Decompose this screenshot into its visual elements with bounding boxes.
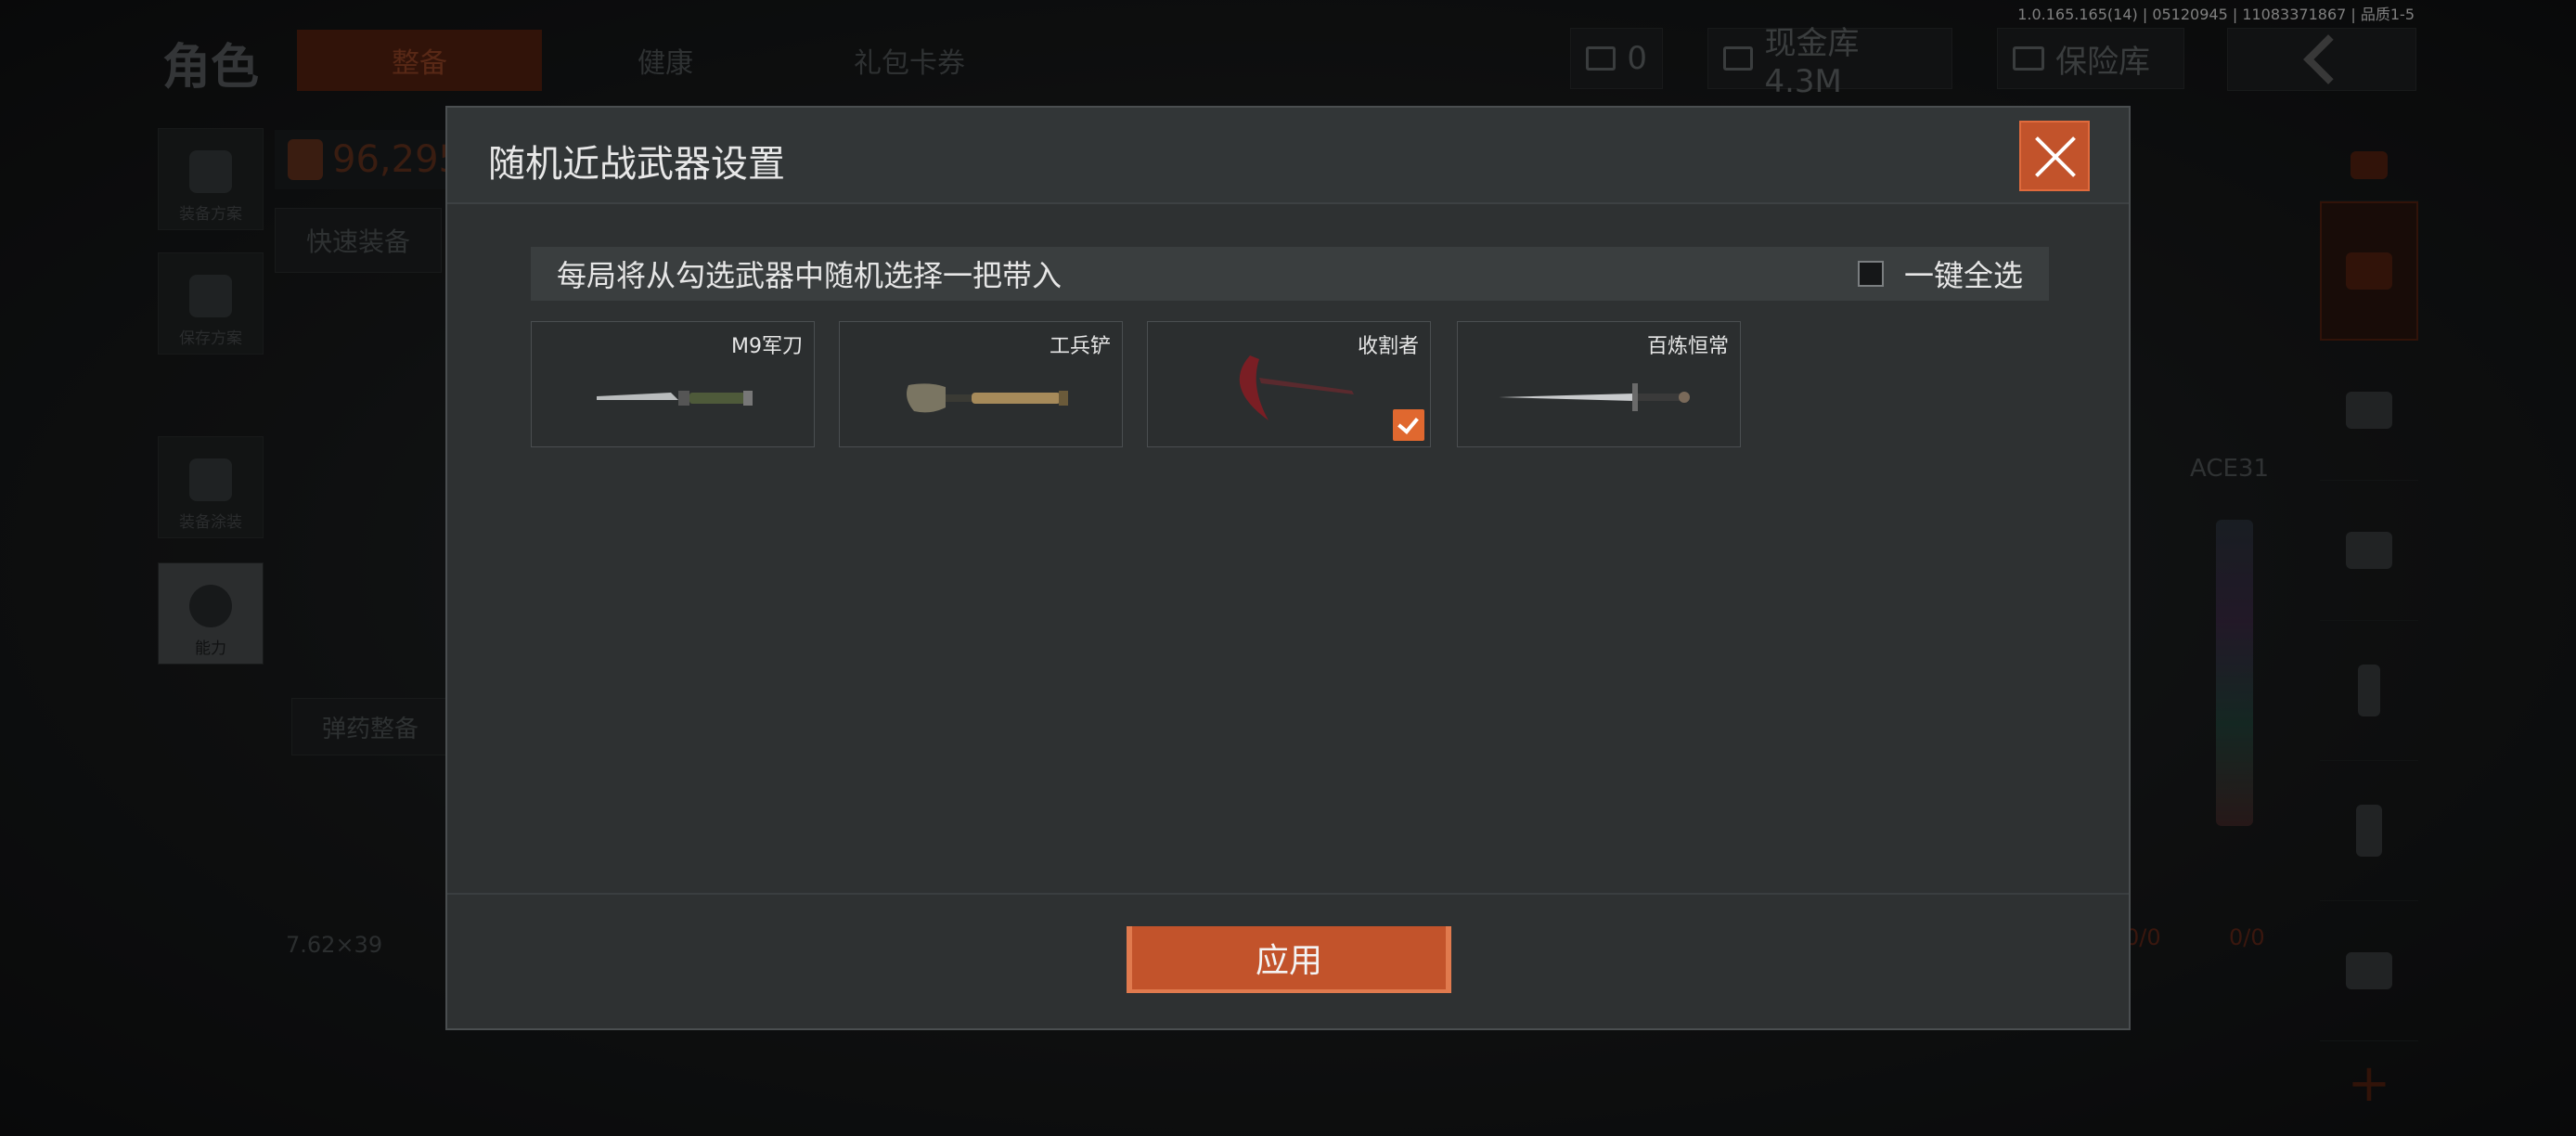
footer-divider [447, 893, 2129, 895]
sword-icon [1499, 383, 1690, 411]
weapon-card-m9[interactable]: M9军刀 [531, 321, 815, 447]
dialog-title: 随机近战武器设置 [488, 143, 785, 186]
select-all-toggle[interactable]: 一键全选 [1857, 252, 2023, 295]
weapon-name: M9军刀 [731, 335, 803, 358]
hint-bar: 每局将从勾选武器中随机选择一把带入 一键全选 [531, 247, 2049, 301]
scythe-icon [1239, 355, 1354, 420]
checked-icon[interactable] [1393, 409, 1424, 441]
select-all-label: 一键全选 [1903, 258, 2023, 293]
shovel-icon [907, 383, 1068, 413]
hint-text: 每局将从勾选武器中随机选择一把带入 [557, 258, 1063, 293]
weapon-name: 百炼恒常 [1646, 335, 1729, 358]
dialog-header: 随机近战武器设置 [447, 108, 2129, 204]
weapon-card-reaper[interactable]: 收割者 [1147, 321, 1431, 447]
random-melee-settings-dialog: 随机近战武器设置 每局将从勾选武器中随机选择一把带入 一键全选 M9军刀 工兵铲… [445, 106, 2131, 1030]
close-button[interactable] [2019, 121, 2090, 191]
weapon-card-shovel[interactable]: 工兵铲 [839, 321, 1123, 447]
knife-icon [597, 391, 753, 406]
apply-button[interactable]: 应用 [1127, 926, 1451, 993]
weapon-name: 工兵铲 [1049, 335, 1111, 358]
weapon-card-sword[interactable]: 百炼恒常 [1457, 321, 1741, 447]
select-all-checkbox[interactable] [1857, 261, 1884, 287]
